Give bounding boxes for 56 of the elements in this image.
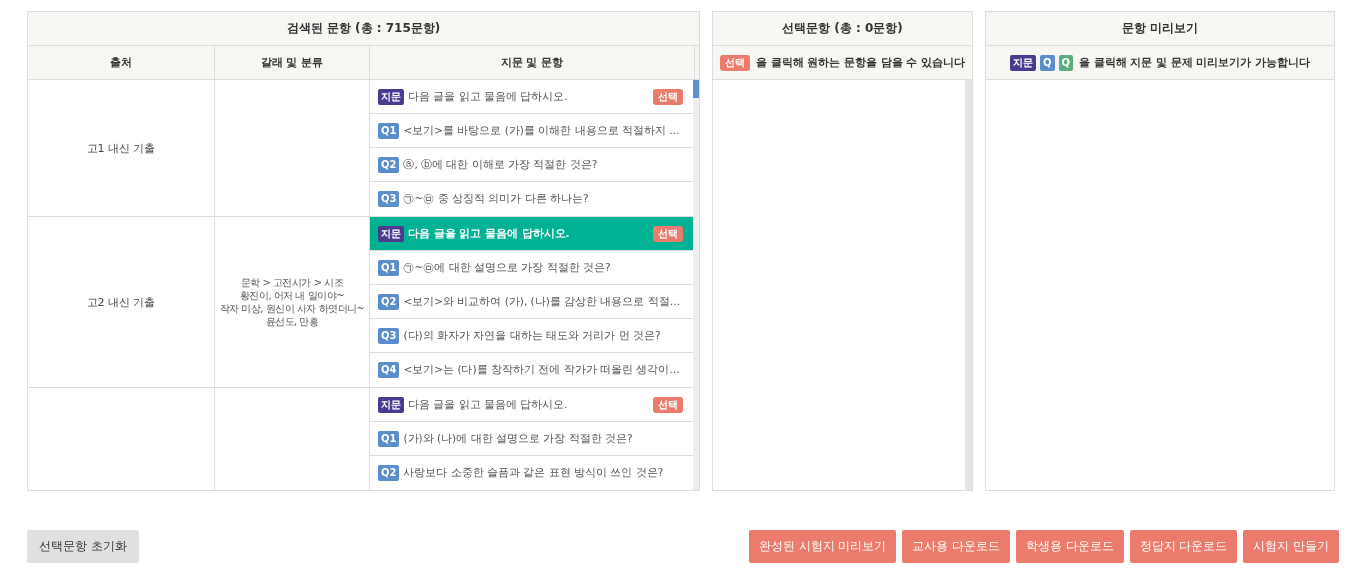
column-header: 갈래 및 분류 [215,46,370,79]
item-text: 다음 글을 읽고 물음에 답하시오. [408,226,571,241]
scrollbar[interactable] [965,80,972,490]
question-tag[interactable]: Q3 [378,327,400,344]
item-text: ㉠~㉤ 중 상징적 의미가 다른 하나는? [403,192,590,206]
category-text: 문학 > 고전시가 > 시조 황진이, 어저 내 일이야~ 작자 미상, 원신이 사자 하엿더니~ 윤선도, 만흥 [218,276,366,328]
question-tag[interactable]: Q1 [378,430,400,447]
passage-row[interactable]: 지문 다음 글을 읽고 물음에 답하시오. 선택 [370,80,693,114]
passage-row[interactable]: 지문 다음 글을 읽고 물음에 답하시오. 선택 [370,388,693,422]
item-text: 다음 글을 읽고 물음에 답하시오. [408,89,569,104]
scrollbar[interactable] [693,80,699,490]
passage-row[interactable]: 지문 다음 글을 읽고 물음에 답하시오. 선택 [370,217,693,251]
question-tag[interactable]: Q2 [378,156,400,173]
source-text: 고1 내신 기출 [86,140,156,156]
source-text: 고2 내신 기출 [86,294,156,310]
column-header: 출처 [28,46,215,79]
passage-tag: 지문 [1010,54,1036,71]
question-tag: Q [1040,54,1055,71]
action-button[interactable]: 학생용 다운로드 [1016,530,1124,563]
item-text: ㉠~㉤에 대한 설명으로 가장 적절한 것은? [403,260,612,275]
hint-text: 을 클릭해 원하는 문항을 담을 수 있습니다 [756,55,965,70]
item-text: <보기>는 (다)를 창작하기 전에 작가가 떠올린 생각이… [403,363,681,377]
panel-title: 문항 미리보기 [986,12,1334,46]
question-tag[interactable]: Q2 [378,293,400,310]
action-button[interactable]: 교사용 다운로드 [902,530,1011,563]
question-tag[interactable]: Q3 [378,191,400,207]
passage-tag[interactable]: 지문 [378,225,404,242]
action-button[interactable]: 시험지 만들기 [1243,530,1339,563]
question-tag[interactable]: Q1 [378,259,400,276]
question-tag: Q [1058,54,1074,71]
passage-tag[interactable]: 지문 [378,88,404,105]
select-button[interactable]: 선택 [653,88,683,105]
reset-button[interactable]: 선택문항 초기화 [27,530,139,563]
item-text: <보기>를 바탕으로 (가)를 이해한 내용으로 적절하지 … [403,123,681,138]
question-tag[interactable]: Q2 [378,465,400,481]
passage-tag[interactable]: 지문 [378,396,404,413]
panel-title: 선택문항 (총 : 0문항) [713,12,972,46]
item-text: 사랑보다 소중한 슬픔과 같은 표현 방식이 쓰인 것은? [403,466,665,480]
item-text: ⓐ, ⓑ에 대한 이해로 가장 적절한 것은? [403,157,599,172]
question-row[interactable]: Q3 ㉠~㉤ 중 상징적 의미가 다른 하나는? [370,182,693,216]
column-header: 지문 및 문항 [370,46,695,79]
question-tag[interactable]: Q1 [378,122,400,139]
select-tag: 선택 [720,54,751,71]
question-row[interactable]: Q4 <보기>는 (다)를 창작하기 전에 작가가 떠올린 생각이… [370,353,693,387]
action-button[interactable]: 완성된 시험지 미리보기 [749,530,897,563]
item-text: <보기>와 비교하여 (가), (나)를 감상한 내용으로 적절… [403,294,682,309]
select-button[interactable]: 선택 [653,396,683,413]
item-text: 다음 글을 읽고 물음에 답하시오. [408,397,569,412]
item-text: (가)와 (나)에 대한 설명으로 가장 적절한 것은? [403,431,634,446]
question-tag[interactable]: Q4 [378,362,400,378]
hint-text: 을 클릭해 지문 및 문제 미리보기가 가능합니다 [1079,55,1310,70]
question-row[interactable]: Q2 사랑보다 소중한 슬픔과 같은 표현 방식이 쓰인 것은? [370,456,693,490]
item-text: (다)의 화자가 자연을 대하는 태도와 거리가 먼 것은? [403,328,662,343]
panel-title: 검색된 문항 (총 : 715문항) [28,12,699,46]
action-button[interactable]: 정답지 다운로드 [1129,530,1238,563]
select-button[interactable]: 선택 [653,225,683,242]
